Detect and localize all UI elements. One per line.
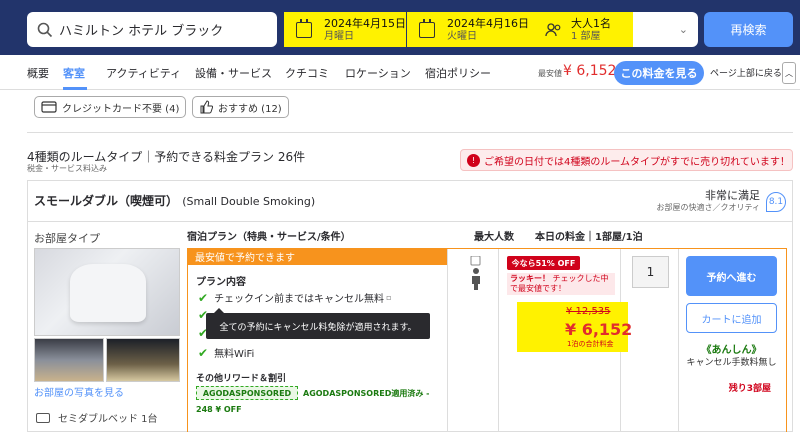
sold-out-warning: ! ご希望の日付では4種類のルームタイプがすでに売り切れています！ — [460, 149, 793, 171]
back-to-top-button[interactable]: ︿ — [782, 62, 796, 84]
chevron-up-icon: ︿ — [785, 68, 793, 78]
coupon-applied-text: AGODASPONSORED適用済み - — [303, 389, 430, 398]
add-to-cart-button[interactable]: カートに追加 — [686, 303, 777, 333]
room-name-en: (Small Double Smoking) — [182, 195, 316, 208]
section-divider — [27, 132, 793, 133]
credit-card-icon — [41, 101, 57, 113]
discount-badge: 今なら51% OFF — [507, 256, 580, 270]
room-photos-link[interactable]: お部屋の写真を見る — [34, 384, 124, 399]
info-icon[interactable]: ▫ — [386, 293, 391, 302]
person-icon — [470, 256, 481, 290]
see-price-button[interactable]: この料金を見る — [614, 61, 704, 85]
back-to-top-link[interactable]: ページ上部に戻る — [710, 66, 782, 79]
tab-overview[interactable]: 概要 — [27, 65, 49, 81]
coupon-amount: 248 ¥ OFF — [196, 405, 242, 414]
filter-chip-label: おすすめ (12) — [218, 103, 282, 115]
anshin-text: キャンセル手数料無し — [686, 358, 777, 368]
tab-policies[interactable]: 宿泊ポリシー — [425, 65, 491, 81]
room-photo-thumb-1[interactable] — [34, 338, 104, 382]
checkout-date-picker[interactable]: 2024年4月16日 火曜日 — [407, 12, 533, 47]
book-button[interactable]: 予約へ進む — [686, 256, 777, 296]
feature-free-cancel: ✔ チェックイン前まではキャンセル無料 ▫ — [198, 290, 392, 306]
rewards-label: その他リワード＆割引 — [196, 374, 287, 384]
plan-details-label: プラン内容 — [196, 277, 246, 288]
tab-facilities[interactable]: 設備・サービス — [195, 65, 272, 81]
sold-out-warning-text: ご希望の日付では4種類のルームタイプがすでに売り切れています！ — [484, 156, 790, 168]
col-header-plan: 宿泊プラン（特典・サービス/条件） — [187, 232, 351, 243]
checkin-date: 2024年4月15日 — [324, 16, 406, 30]
best-price-banner: 最安値で予約できます — [187, 248, 447, 265]
search-value: ハミルトン ホテル ブラック — [59, 24, 224, 39]
col-header-price: 本日の料金｜1部屋/1泊 — [535, 232, 643, 243]
filter-chip-label: クレジットカード不要 (4) — [62, 103, 180, 115]
guest-selector[interactable]: 大人1名 1 部屋 ⌄ — [533, 12, 698, 47]
cancel-tooltip: 全ての予約にキャンセル料免除が適用されます。 — [206, 308, 430, 339]
calendar-checkin-icon — [296, 18, 312, 38]
column-divider — [447, 249, 448, 432]
tab-activities[interactable]: アクティビティ — [106, 65, 181, 81]
guests-icon — [545, 22, 561, 36]
checkout-day: 火曜日 — [447, 30, 477, 42]
col-header-max-people: 最大人数 — [474, 232, 514, 243]
chevron-down-icon: ⌄ — [678, 23, 688, 36]
tab-reviews[interactable]: クチコミ — [285, 65, 329, 81]
room-card-divider — [27, 221, 793, 222]
satisfaction-label: 非常に満足 — [705, 189, 760, 202]
tax-note: 税金・サービス料込み — [27, 164, 107, 173]
lucky-notice: ラッキー！ チェックした中で最安値です！ — [507, 273, 615, 295]
rooms-left: 残り3部屋 — [728, 384, 771, 394]
original-price: ¥ 12,535 — [566, 306, 611, 317]
bed-info: セミダブルベッド 1台 — [36, 410, 158, 425]
checkin-date-picker[interactable]: 2024年4月15日 月曜日 — [284, 12, 406, 47]
min-price: ¥ 6,152 — [563, 63, 617, 79]
room-photo-thumb-2[interactable] — [106, 338, 180, 382]
room-name: スモールダブル（喫煙可） (Small Double Smoking) — [34, 194, 316, 208]
score-badge: 8.1 — [766, 192, 786, 212]
satisfaction-sub: お部屋の快適さ／クオリティ — [656, 203, 760, 212]
check-icon: ✔ — [198, 290, 209, 305]
room-quantity-select[interactable]: 1 — [632, 256, 669, 288]
price-note: 1泊の合計料金 — [567, 340, 614, 348]
filter-chip-recommended[interactable]: おすすめ (12) — [192, 96, 289, 118]
guests-count: 大人1名 — [571, 16, 611, 30]
tab-location[interactable]: ロケーション — [345, 65, 411, 81]
checkin-day: 月曜日 — [324, 30, 354, 42]
thumbs-up-icon — [200, 100, 213, 114]
search-icon — [37, 22, 53, 37]
research-button[interactable]: 再検索 — [704, 12, 793, 47]
checkout-date: 2024年4月16日 — [447, 16, 529, 30]
bed-icon — [36, 412, 50, 423]
search-input[interactable]: ハミルトン ホテル ブラック — [27, 12, 277, 47]
room-type-label: お部屋タイプ — [34, 232, 100, 245]
feature-free-wifi: ✔ 無料WiFi — [198, 345, 255, 361]
rooms-count: 1 部屋 — [571, 30, 601, 42]
discounted-price: ¥ 6,152 — [565, 320, 633, 339]
calendar-checkout-icon — [419, 18, 435, 38]
fire-icon: ! — [467, 153, 480, 167]
column-divider — [678, 249, 679, 432]
check-icon: ✔ — [198, 345, 209, 360]
pajama-image — [70, 264, 146, 322]
lucky-title: ラッキー！ — [510, 274, 550, 283]
tab-rooms[interactable]: 客室 — [63, 65, 85, 81]
room-photo-main[interactable] — [34, 248, 180, 336]
active-tab-indicator — [63, 87, 87, 90]
anshin-title: 《あんしん》 — [701, 345, 762, 356]
coupon-badge[interactable]: AGODASPONSORED — [196, 386, 298, 400]
column-divider — [498, 249, 499, 432]
filter-chip-no-card[interactable]: クレジットカード不要 (4) — [34, 96, 187, 118]
min-price-label: 最安値 — [538, 69, 562, 78]
